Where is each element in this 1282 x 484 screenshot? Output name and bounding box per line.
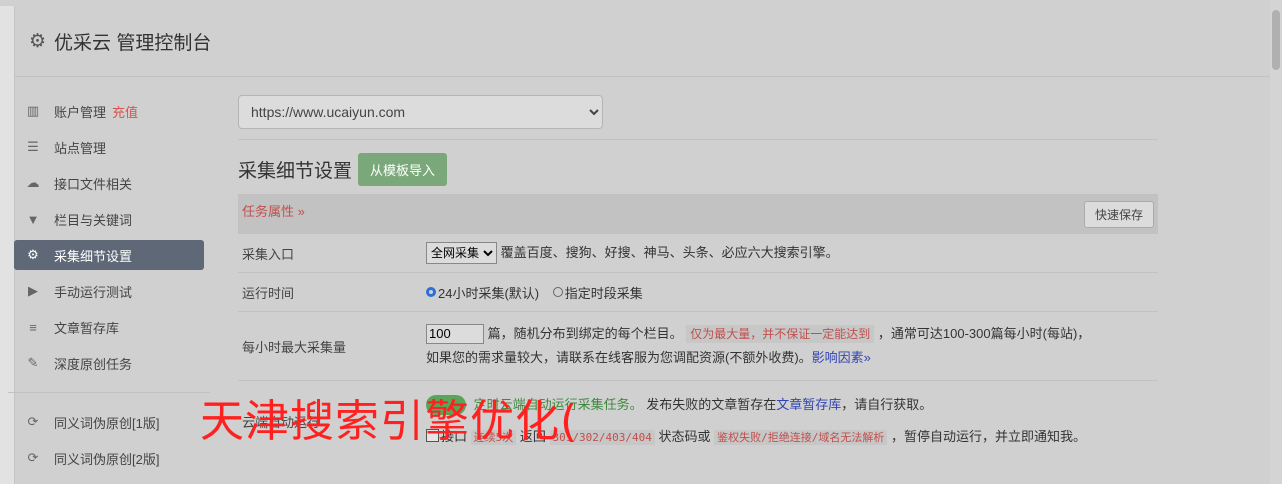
radio-scheduled[interactable]: 指定时段采集 (552, 283, 643, 302)
section-title: 采集细节设置 (238, 160, 353, 182)
header-cell: 任务属性 » 快速保存 (238, 194, 1158, 234)
max-text-2: ，通常可达100-300篇每小时(每站)， (877, 326, 1091, 341)
max-warning: 仅为最大量，并不保证一定能达到 (686, 325, 875, 343)
sidebar-item-synonym-v2[interactable]: ⟳ 同义词伪原创[2版] (14, 443, 204, 473)
article-store-link[interactable]: 文章暂存库 (776, 397, 841, 412)
server-icon: ☰ (27, 139, 39, 154)
gear-icon: ⚙ (29, 30, 47, 52)
table-row: 采集入口 全网采集 覆盖百度、搜狗、好搜、神马、头条、必应六大搜索引擎。 (238, 233, 1158, 273)
row-label: 运行时间 (238, 272, 422, 312)
task-attr-toggle[interactable]: 任务属性 » (242, 204, 305, 219)
sidebar-item-deep-original[interactable]: ✎ 深度原创任务 (14, 348, 204, 378)
scrollbar[interactable] (1270, 0, 1282, 484)
section-header: 采集细节设置 从模板导入 (238, 152, 1158, 186)
row-value: 24小时采集(默认) 指定时段采集 (422, 272, 1158, 312)
code-errors: 鉴权失败/拒绝连接/域名无法解析 (714, 429, 888, 445)
sidebar-divider (8, 392, 210, 393)
site-select[interactable]: https://www.ucaiyun.com (238, 95, 603, 129)
cloud-text-2: 发布失败的文章暂存在 (646, 396, 777, 412)
cloud-text-5: 状态码或 (658, 428, 711, 444)
row-label: 采集入口 (238, 233, 422, 273)
entry-description: 覆盖百度、搜狗、好搜、神马、头条、必应六大搜索引擎。 (500, 245, 839, 260)
row-value: 全网采集 覆盖百度、搜狗、好搜、神马、头条、必应六大搜索引擎。 (422, 233, 1158, 273)
database-icon: ≡ (29, 319, 37, 335)
gears-icon: ⚙ (27, 247, 39, 262)
sidebar-item-synonym-v1[interactable]: ⟳ 同义词伪原创[1版] (14, 407, 204, 437)
radio-label: 指定时段采集 (564, 285, 643, 301)
edit-icon: ✎ (27, 355, 39, 370)
sidebar-item-manual-run[interactable]: ▶ 手动运行测试 (14, 276, 204, 306)
max-line-1: 篇，随机分布到绑定的每个栏目。 仅为最大量，并不保证一定能达到 ，通常可达100… (426, 322, 1154, 346)
scrollbar-thumb[interactable] (1272, 10, 1280, 70)
sidebar-item-label: 账户管理 (54, 104, 107, 120)
max-text-3: 如果您的需求量较大，请联系在线客服为您调配资源(不额外收费)。 (426, 350, 812, 365)
page-title: 优采云 管理控制台 (54, 32, 212, 54)
sidebar-item-label: 同义词伪原创[1版] (54, 415, 160, 431)
quick-save-button[interactable]: 快速保存 (1083, 200, 1154, 228)
sidebar-item-sites[interactable]: ☰ 站点管理 (14, 132, 204, 162)
radio-label: 24小时采集(默认) (438, 285, 540, 301)
sidebar: ▥ 账户管理 充值 ☰ 站点管理 ☁ 接口文件相关 ▼ 栏目与关键词 ⚙ 采集细… (8, 96, 210, 479)
recharge-link[interactable]: 充值 (112, 102, 138, 121)
sidebar-item-label: 站点管理 (54, 140, 107, 156)
row-label: 每小时最大采集量 (238, 311, 422, 381)
table-header-row: 任务属性 » 快速保存 (238, 194, 1158, 234)
watermark-text: 天津搜索引擎优化( (200, 396, 579, 447)
sidebar-item-interface[interactable]: ☁ 接口文件相关 (14, 168, 204, 198)
sidebar-item-label: 深度原创任务 (54, 356, 133, 372)
filter-icon: ▼ (26, 211, 40, 227)
max-per-hour-input[interactable] (426, 323, 484, 344)
bar-chart-icon: ▥ (26, 103, 40, 118)
cloud-text-3: ，请自行获取。 (841, 396, 933, 412)
influence-factors-link[interactable]: 影响因素» (812, 350, 871, 365)
row-value: 篇，随机分布到绑定的每个栏目。 仅为最大量，并不保证一定能达到 ，通常可达100… (422, 311, 1158, 381)
divider (238, 139, 1158, 140)
sidebar-item-label: 接口文件相关 (54, 176, 133, 192)
sidebar-item-label: 文章暂存库 (54, 320, 120, 336)
cloud-text-6: ，暂停自动运行，并立即通知我。 (891, 428, 1087, 444)
sidebar-item-collect-settings[interactable]: ⚙ 采集细节设置 (14, 240, 204, 270)
radio-checked-icon (426, 287, 436, 297)
collect-mode-select[interactable]: 全网采集 (426, 242, 497, 264)
refresh-icon: ⟳ (27, 450, 39, 465)
import-template-button[interactable]: 从模板导入 (358, 152, 448, 186)
refresh-icon: ⟳ (27, 414, 39, 429)
sidebar-item-label: 采集细节设置 (54, 248, 133, 264)
sidebar-item-article-store[interactable]: ≡ 文章暂存库 (14, 312, 204, 342)
table-row: 每小时最大采集量 篇，随机分布到绑定的每个栏目。 仅为最大量，并不保证一定能达到… (238, 311, 1158, 381)
max-line-2: 如果您的需求量较大，请联系在线客服为您调配资源(不额外收费)。影响因素» (426, 346, 1154, 370)
table-row: 运行时间 24小时采集(默认) 指定时段采集 (238, 272, 1158, 312)
sidebar-item-label: 手动运行测试 (54, 284, 133, 300)
sidebar-item-label: 栏目与关键词 (54, 212, 133, 228)
sidebar-item-label: 同义词伪原创[2版] (54, 451, 160, 467)
sidebar-item-account[interactable]: ▥ 账户管理 充值 (14, 96, 204, 126)
cloud-upload-icon: ☁ (26, 175, 40, 190)
radio-unchecked-icon (552, 287, 563, 297)
max-text-1: 篇，随机分布到绑定的每个栏目。 (487, 326, 683, 341)
panel-header: ⚙ 优采云 管理控制台 (15, 6, 1271, 77)
sidebar-item-columns[interactable]: ▼ 栏目与关键词 (14, 204, 204, 234)
play-icon: ▶ (28, 283, 38, 298)
radio-24h[interactable]: 24小时采集(默认) (426, 283, 539, 302)
